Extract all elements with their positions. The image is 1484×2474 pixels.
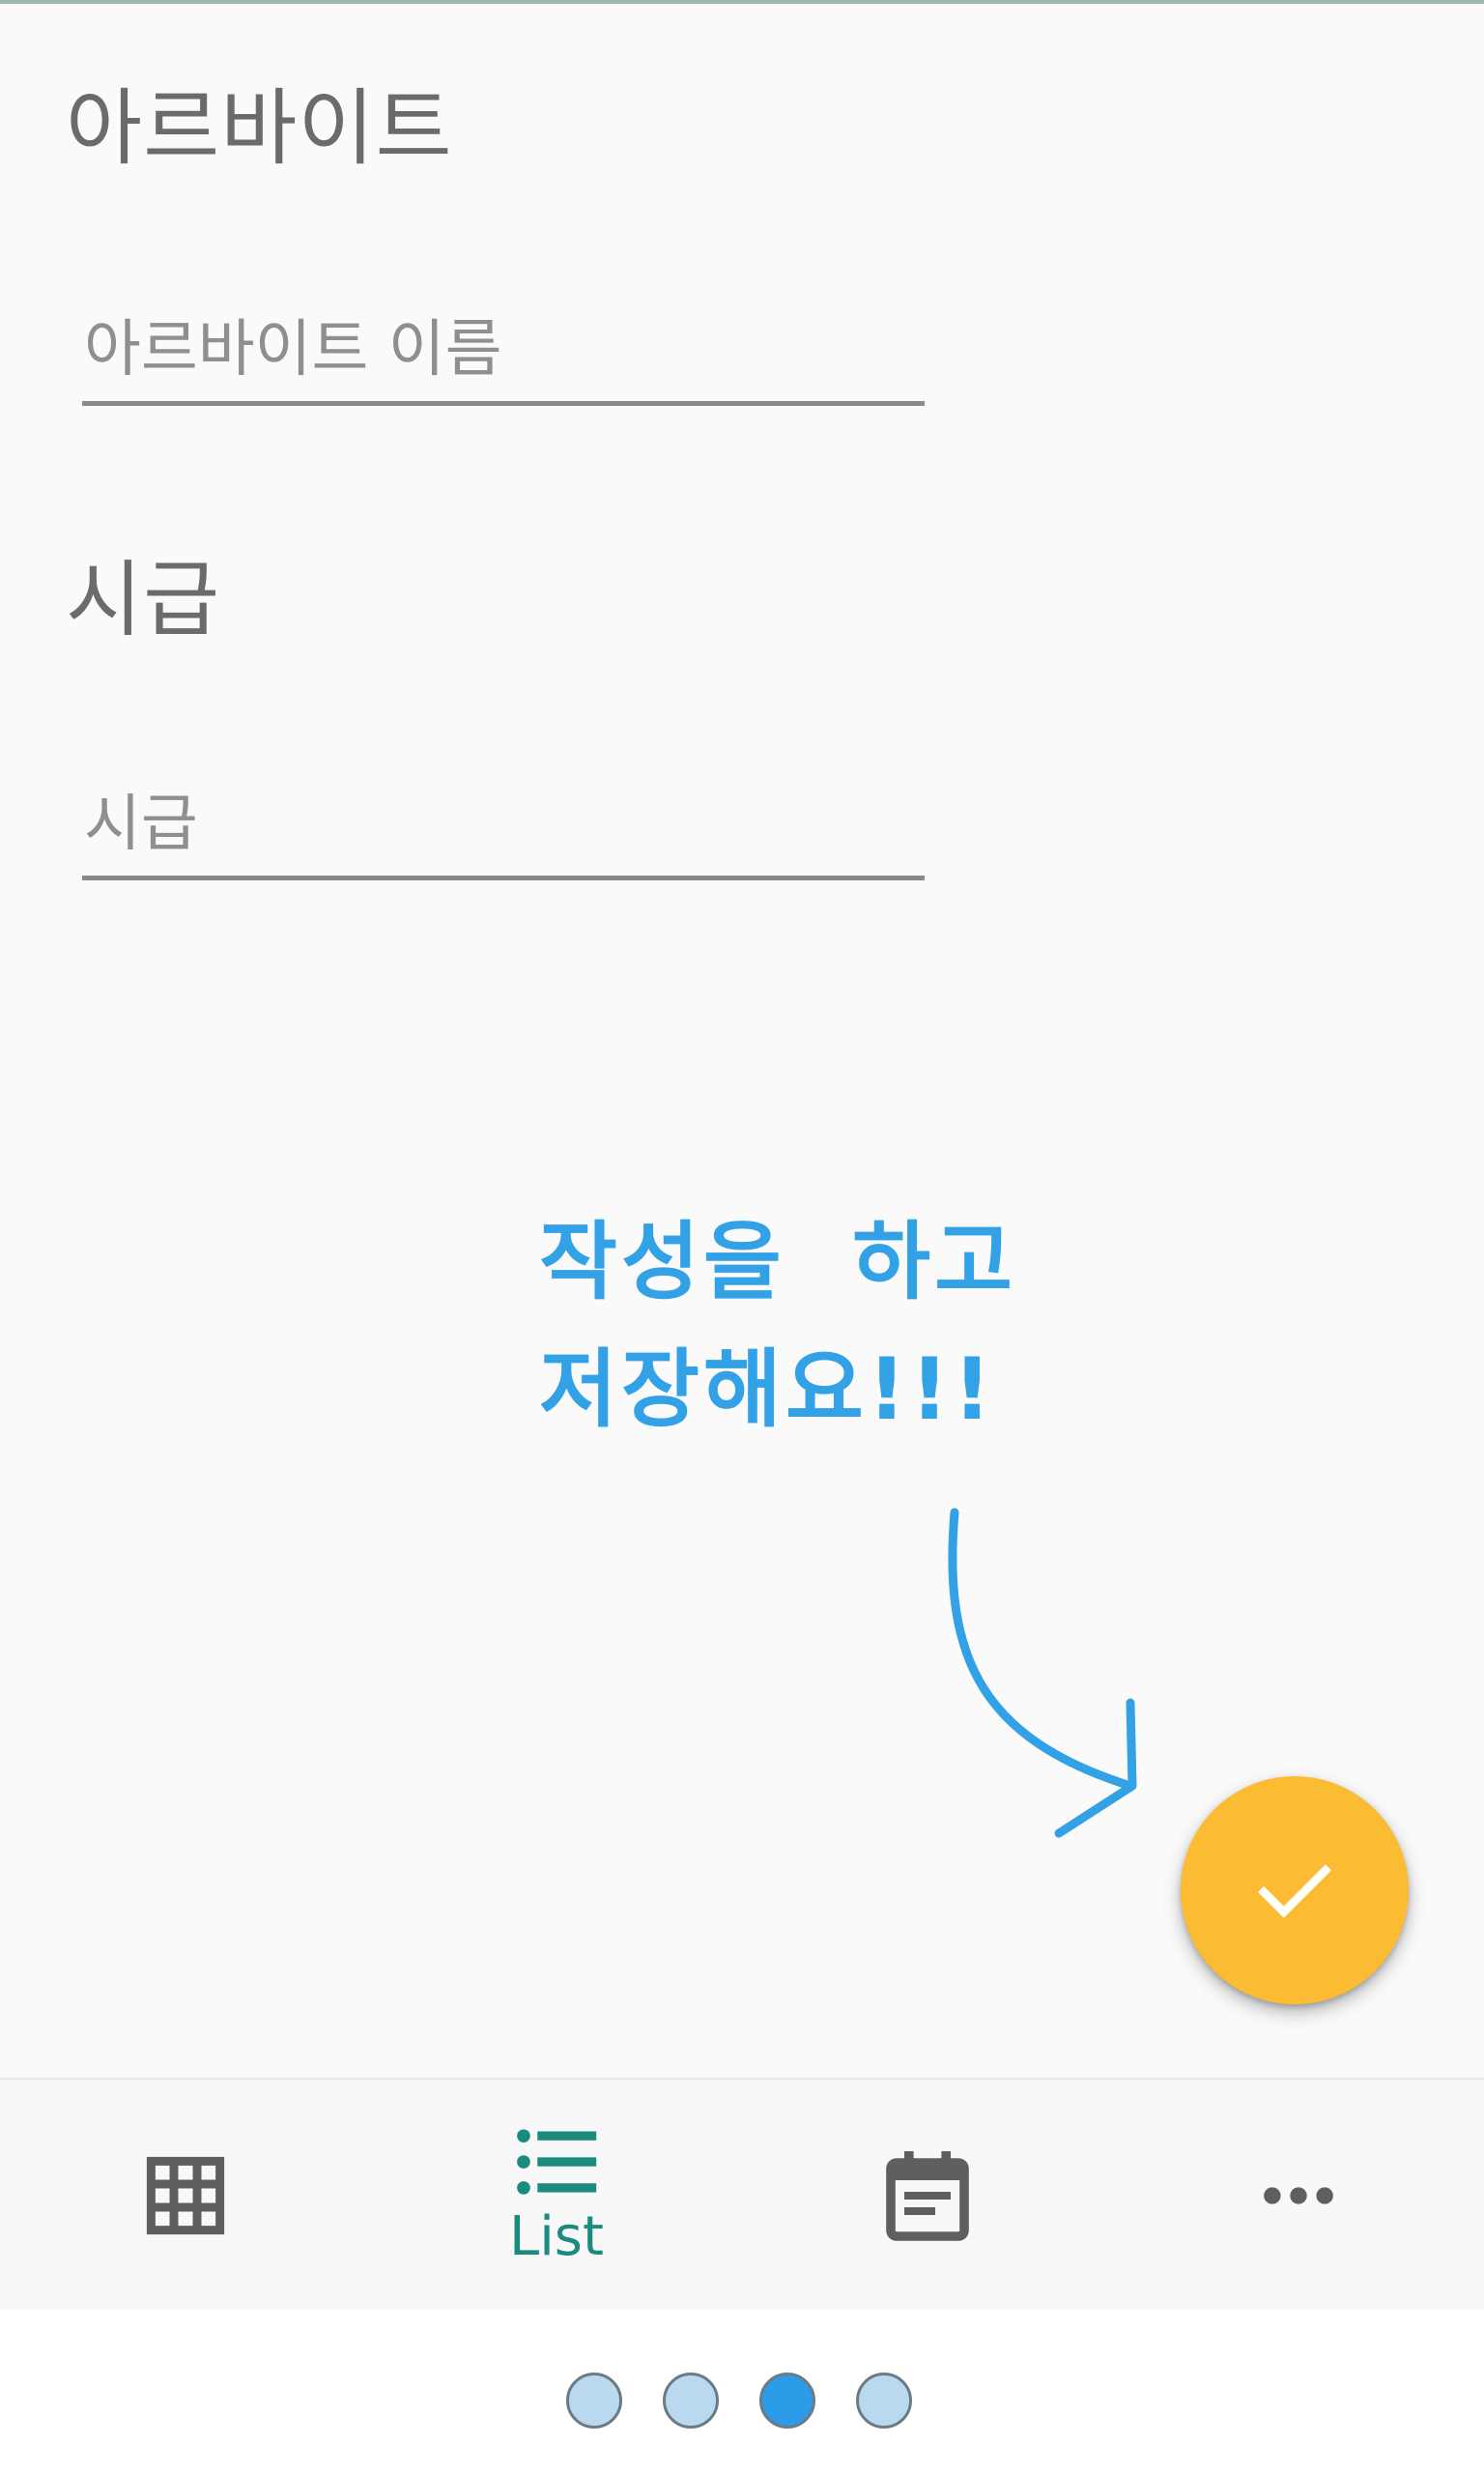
nav-item-calendar[interactable] <box>742 2080 1113 2312</box>
screen: 아르바이트 시급 작성을 하고 저장해요!!! <box>0 0 1484 2310</box>
page-dot-1[interactable] <box>566 2373 622 2429</box>
annotation-line-2: 저장해요!!! <box>539 1339 996 1439</box>
calendar-icon <box>886 2151 969 2241</box>
nav-label-list: List <box>509 2205 604 2268</box>
nav-item-grid[interactable] <box>0 2080 371 2312</box>
annotation-line-1: 작성을 하고 <box>539 1212 1017 1311</box>
job-section-label: 아르바이트 <box>66 80 453 177</box>
nav-item-more[interactable] <box>1113 2080 1484 2312</box>
page-dot-3[interactable] <box>759 2373 815 2429</box>
list-icon <box>517 2129 597 2195</box>
save-fab-button[interactable] <box>1181 1776 1409 2004</box>
page-dot-4[interactable] <box>856 2373 912 2429</box>
nav-item-list[interactable]: List <box>371 2080 742 2312</box>
bottom-navigation: List <box>0 2078 1484 2312</box>
more-icon <box>1264 2187 1333 2204</box>
wage-input[interactable] <box>82 784 925 880</box>
check-icon <box>1258 1864 1331 1918</box>
page-indicator <box>0 2310 1484 2474</box>
grid-icon <box>146 2156 225 2235</box>
tutorial-annotation: 작성을 하고 저장해요!!! <box>539 1198 1016 1453</box>
status-strip <box>0 0 1484 4</box>
page-dot-2[interactable] <box>663 2373 719 2429</box>
job-name-input[interactable] <box>82 309 925 406</box>
wage-section-label: 시급 <box>66 552 221 648</box>
